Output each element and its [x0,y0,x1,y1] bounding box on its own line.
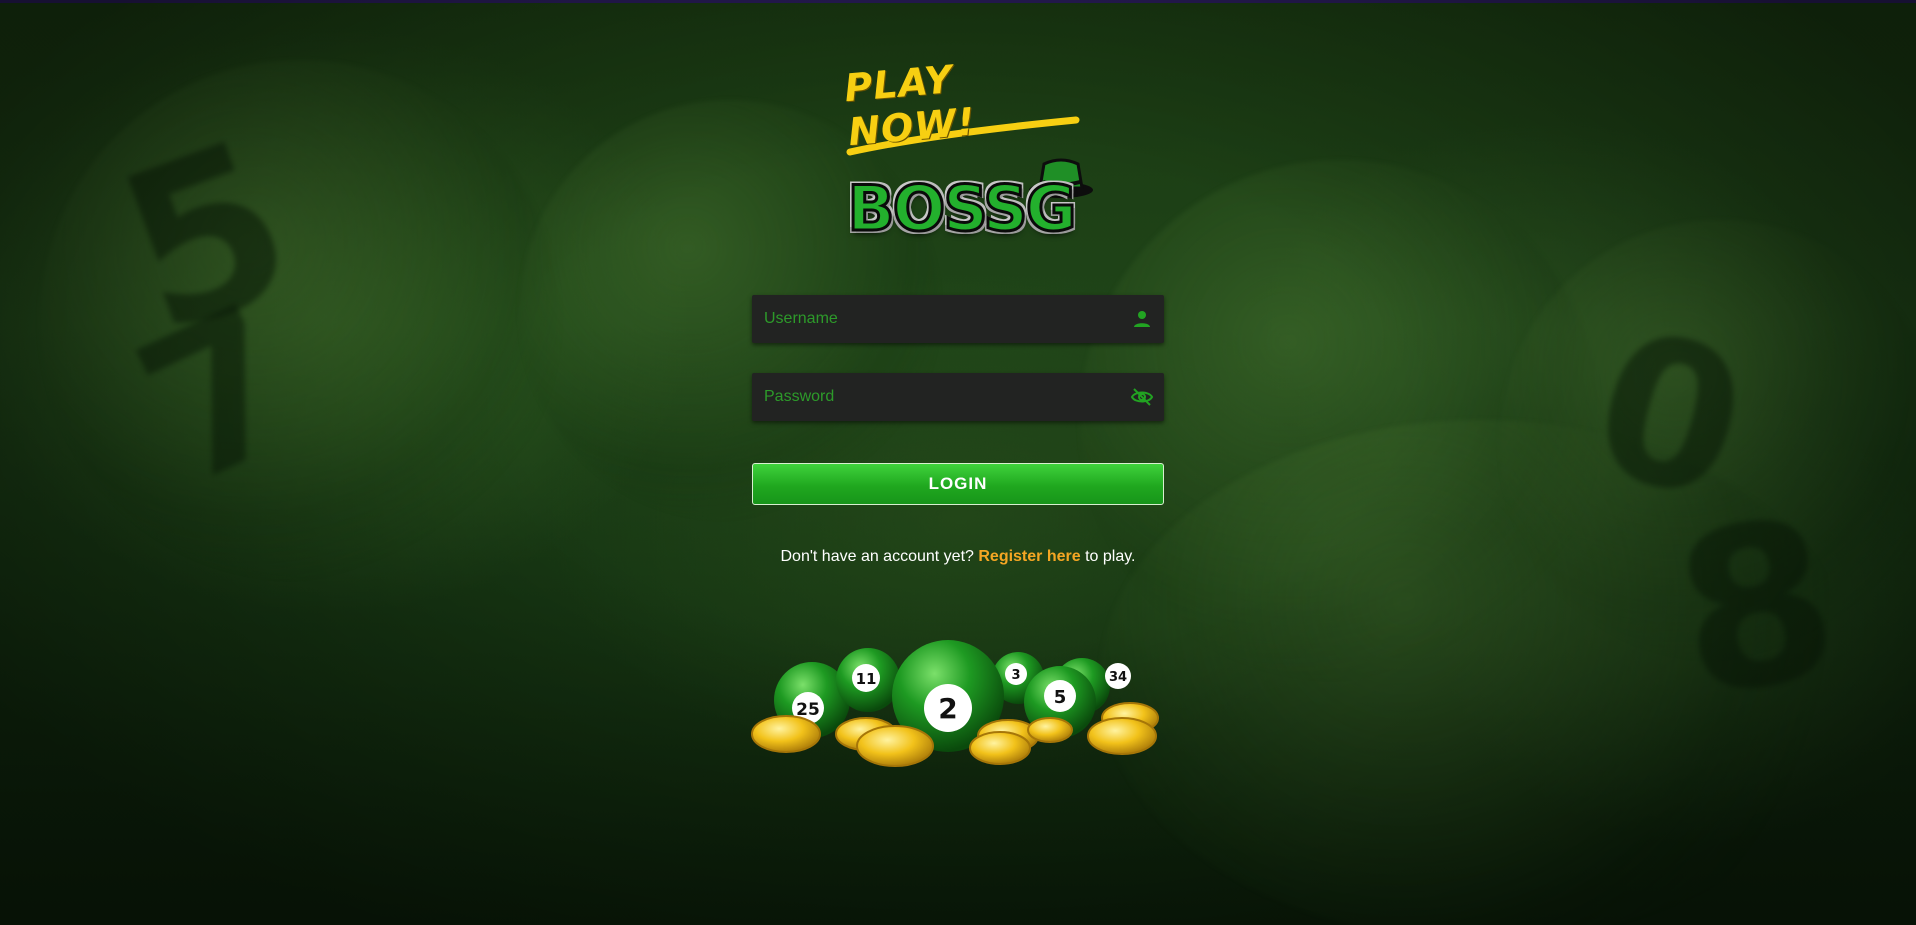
login-button[interactable]: LOGIN [752,463,1164,505]
password-field[interactable] [752,373,1164,421]
password-input[interactable] [752,373,1102,421]
logo-wordmark: BOSSG [846,171,1078,247]
bingo-balls-coins-illustration: 25 11 2 3 5 34 [751,640,1159,767]
ball-number: 3 [1011,668,1020,683]
eye-off-icon[interactable] [1130,385,1154,409]
ball-number: 11 [856,670,877,688]
register-link[interactable]: Register here [978,548,1080,565]
register-prompt: Don't have an account yet? Register here… [712,548,1204,566]
register-prefix: Don't have an account yet? [780,548,974,565]
user-icon [1134,311,1150,327]
ball-number: 2 [938,692,957,725]
play-now-banner: PLAY NOW! [843,48,1084,156]
ball-number: 5 [1054,687,1067,708]
username-input[interactable] [752,295,1102,343]
username-field[interactable] [752,295,1164,343]
ball-number: 34 [1109,670,1127,685]
register-suffix: to play. [1085,548,1136,565]
top-accent-bar [0,0,1916,3]
bossg-logo: BOSSG [816,150,1106,262]
